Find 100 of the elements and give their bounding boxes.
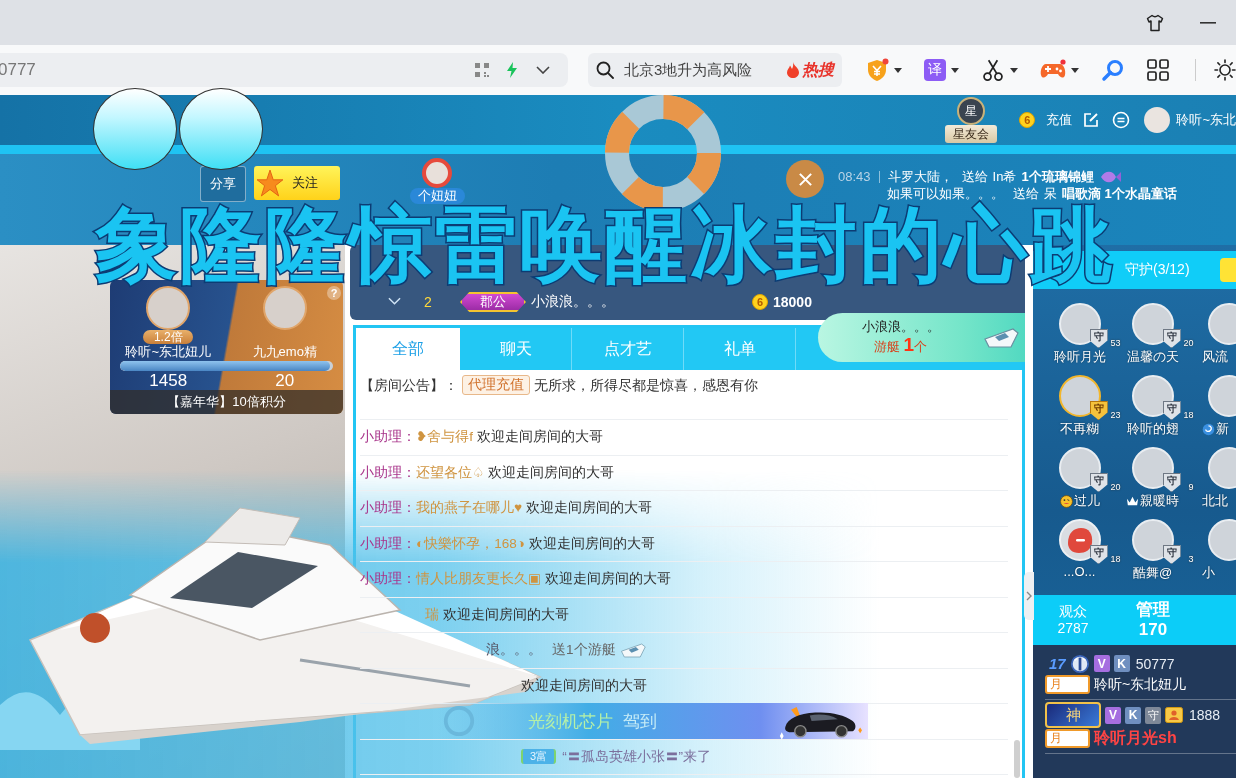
ticker-verb: 送给	[1013, 184, 1039, 202]
guard-name[interactable]: 聆听月光	[1053, 348, 1106, 366]
shirt-icon[interactable]	[1146, 13, 1164, 32]
recharge-link[interactable]: 充值	[1046, 111, 1073, 129]
club-label[interactable]: 星友会	[945, 125, 998, 143]
user-name[interactable]: 聆听月光sh	[1094, 728, 1177, 749]
pk-bonus-text: 【嘉年华】10倍积分	[110, 390, 343, 414]
person-badge-icon	[1165, 707, 1183, 723]
chat-username[interactable]: ❥舍与得f	[416, 428, 474, 447]
username[interactable]: 聆听~东北	[1176, 111, 1236, 129]
guard-name[interactable]: 聆听的翅	[1126, 420, 1179, 438]
chat-username[interactable]: 还望各位♤	[416, 463, 485, 482]
grid-icon[interactable]	[1147, 59, 1169, 81]
translate-button[interactable]: 译	[924, 59, 946, 81]
guard-name[interactable]: 温馨の天	[1126, 348, 1179, 366]
chat-text: 欢迎走间房间的大哥	[544, 570, 671, 589]
hot-search-link[interactable]: 热搜	[786, 59, 834, 81]
banner-gift-name: 光刻机芯片	[528, 710, 613, 733]
caret-icon[interactable]	[1010, 67, 1018, 73]
guard-shield: 守	[1162, 329, 1181, 348]
chat-username[interactable]: 我的燕子在哪儿♥	[416, 499, 522, 518]
month-badge: 月	[1045, 729, 1090, 748]
emblem-icon	[1069, 653, 1090, 674]
guard-level: 53	[1110, 338, 1121, 348]
brightness-icon[interactable]	[1214, 59, 1236, 81]
ticker-verb: 送给	[961, 167, 988, 186]
pk-player-name: 聆听~东北妞儿	[125, 344, 212, 360]
chat-text: 欢迎走间房间的大哥	[521, 676, 647, 695]
chat-text: 欢迎走间房间的大哥	[477, 428, 604, 447]
search-icon	[595, 61, 614, 79]
month-badge: 月	[1045, 675, 1090, 694]
chat-speaker: 小助理：	[360, 428, 416, 447]
share-button[interactable]: 分享	[200, 166, 246, 202]
yen-shield-icon[interactable]	[865, 58, 889, 82]
guard-level: 20	[1110, 482, 1121, 492]
fish-icon	[1098, 169, 1121, 184]
ring-icon	[442, 704, 476, 739]
magnifier-icon[interactable]	[1101, 58, 1125, 82]
guard-name[interactable]: ...O...	[1063, 564, 1096, 579]
caret-icon[interactable]	[894, 67, 902, 73]
guard-name[interactable]: 北北	[1202, 492, 1228, 510]
chat-text: 欢迎走间房间的大哥	[443, 605, 569, 624]
guard-name[interactable]: 酷舞@	[1132, 564, 1173, 582]
minimize-icon[interactable]	[1200, 21, 1216, 24]
pk-score: 20	[274, 371, 296, 390]
qr-code-icon[interactable]	[474, 63, 489, 77]
chevron-down-icon[interactable]	[535, 66, 550, 74]
swirl-icon	[1202, 422, 1215, 436]
user-name[interactable]: 聆听~东北妞儿	[1094, 675, 1187, 694]
ticker-gift: 1个琉璃锦鲤	[1021, 167, 1094, 186]
guard-shield: 守	[1089, 545, 1108, 564]
ticker-receiver: In希	[992, 167, 1017, 186]
caret-icon[interactable]	[951, 67, 959, 73]
search-field[interactable]: 北京3地升为高风险 热搜	[587, 53, 842, 87]
guard-name[interactable]: 过儿	[1073, 492, 1100, 510]
scissors-icon[interactable]	[981, 58, 1005, 82]
vip-badge: V	[1105, 706, 1121, 724]
vip-badge: V	[1093, 655, 1110, 672]
guard-shield: 守	[1089, 401, 1108, 420]
guard-level: 3	[1188, 554, 1194, 564]
guard-name[interactable]: 不再糊	[1060, 420, 1099, 438]
caret-icon[interactable]	[1071, 67, 1079, 73]
chat-text: “〓孤岛英雄小张〓”来了	[562, 747, 712, 766]
host-avatar[interactable]	[422, 158, 452, 188]
guard-level: 20	[1183, 338, 1194, 348]
k-badge: K	[1125, 706, 1141, 724]
scrollbar-thumb[interactable]	[1014, 740, 1020, 778]
guard-shield: 守	[1162, 401, 1181, 420]
chat-text: 欢迎走间房间的大哥	[528, 534, 655, 553]
menu-icon[interactable]	[1112, 111, 1131, 129]
multiplier-badge: 1.2倍	[143, 330, 194, 344]
rank-place: 2	[423, 294, 433, 310]
guard-name[interactable]: 小	[1202, 564, 1215, 582]
edit-icon[interactable]	[1083, 112, 1100, 128]
user-avatar[interactable]	[1144, 107, 1171, 133]
announcement-text: 无所求，所得尽都是惊喜，感恩有你	[534, 377, 758, 395]
boat-icon	[619, 640, 646, 660]
coin-icon: 6	[1019, 112, 1036, 128]
chat-username[interactable]: 浪。。。	[486, 641, 542, 660]
announcement-label: 【房间公告】：	[360, 377, 458, 395]
ticker-sender: 如果可以如果。。。	[887, 184, 1004, 202]
guard-name[interactable]: 親暖時	[1140, 492, 1179, 510]
follow-button[interactable]: 关注	[254, 166, 340, 200]
chat-speaker: 小助理：	[360, 570, 416, 589]
guard-level: 9	[1188, 482, 1194, 492]
collapse-handle[interactable]	[1024, 572, 1034, 620]
chat-tab[interactable]: 全部	[356, 328, 460, 370]
guard-name[interactable]: 新	[1216, 420, 1229, 438]
guard-shield: 守	[1162, 545, 1181, 564]
coin-icon: 6	[752, 294, 768, 310]
club-emblem[interactable]: 星	[957, 97, 986, 125]
pk-player-name: 九九emo精	[252, 344, 317, 360]
announcement-tag[interactable]: 代理充值	[462, 375, 530, 395]
guard-name[interactable]: 风流	[1202, 348, 1228, 366]
guard-shield: 守	[1162, 473, 1181, 492]
noble-badge: 郡公	[460, 292, 526, 312]
avatar-photo[interactable]	[146, 286, 191, 330]
ticker-time: 08:43	[838, 169, 871, 184]
chat-speaker: 小助理：	[360, 499, 416, 518]
user-score: 50777	[1135, 655, 1175, 672]
